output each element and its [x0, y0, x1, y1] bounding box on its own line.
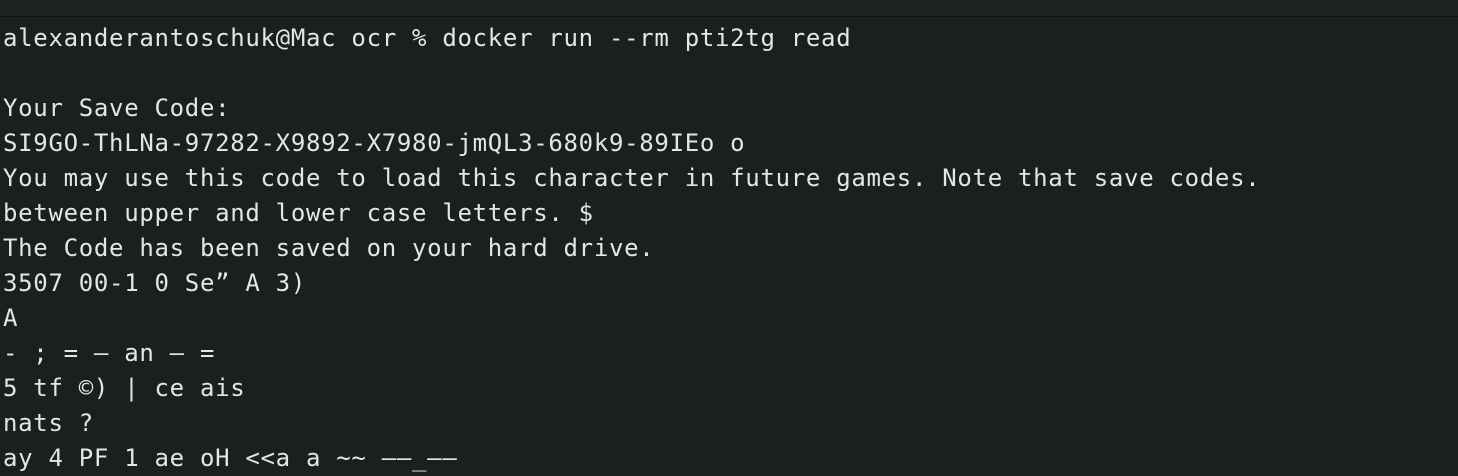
output-line: You may use this code to load this chara… — [3, 164, 1261, 192]
output-line: 5 tf ©) | ce ais — [3, 374, 246, 402]
output-line: nats ? — [3, 409, 94, 437]
output-line: The Code has been saved on your hard dri… — [3, 234, 655, 262]
window-title-bar — [0, 0, 1458, 17]
output-line: ay 4 PF 1 ae oH <<a a ~~ ——_—— — [3, 444, 458, 472]
output-line: A — [3, 304, 19, 332]
terminal-output[interactable]: alexanderantoschuk@Mac ocr % docker run … — [3, 21, 1455, 476]
output-line: 3507 00-1 0 Se” A 3) — [3, 269, 306, 297]
output-line: between upper and lower case letters. $ — [3, 199, 594, 227]
output-line: - ; = — an — = — [3, 339, 216, 367]
save-code-line: SI9GO-ThLNa-97282-X9892-X7980-jmQL3-680k… — [3, 129, 746, 157]
terminal-window[interactable]: alexanderantoschuk@Mac ocr % docker run … — [0, 0, 1458, 476]
output-line: Your Save Code: — [3, 94, 231, 122]
command-prompt-line: alexanderantoschuk@Mac ocr % docker run … — [3, 24, 852, 52]
